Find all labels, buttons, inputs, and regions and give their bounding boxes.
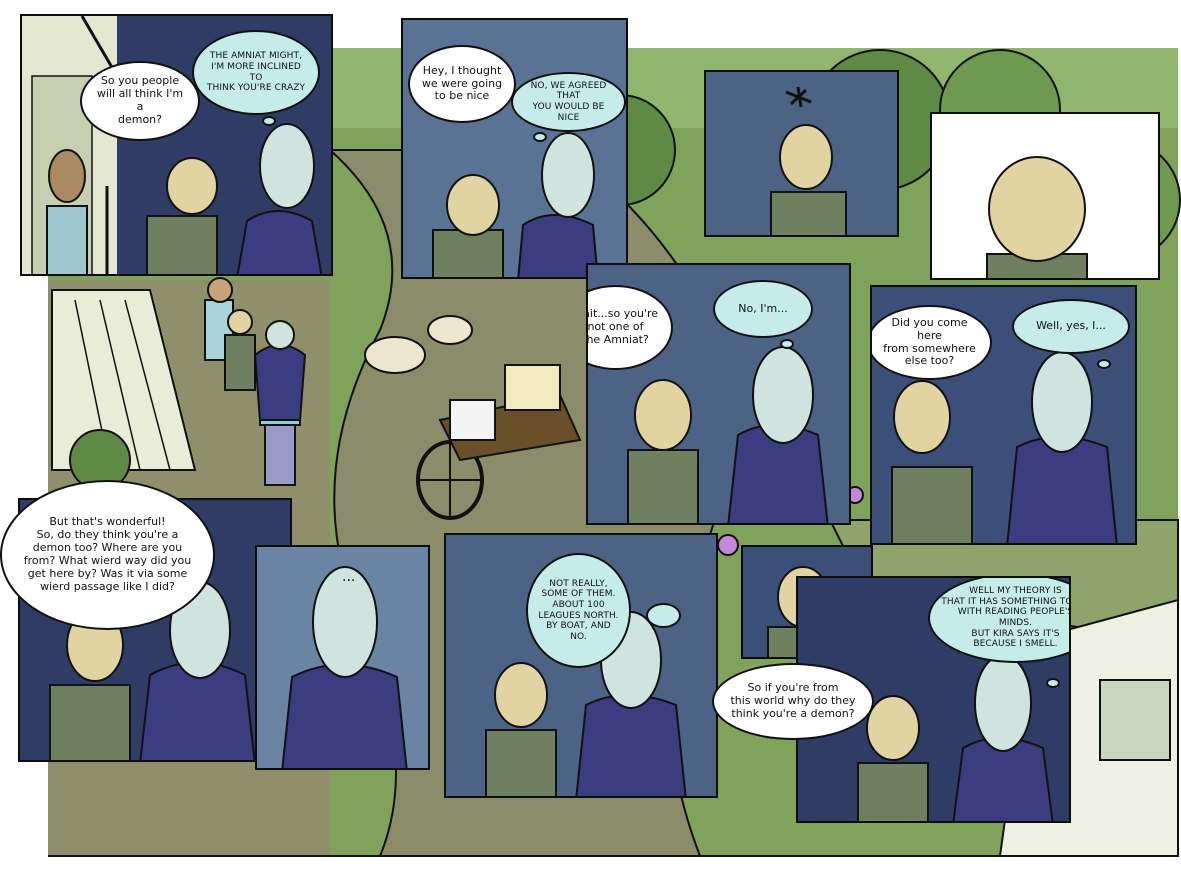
thought-puff <box>1097 359 1111 369</box>
bubble-text: Wait...so you're not one of the Amniat? <box>586 307 658 346</box>
bubble-text: NO, WE AGREED THAT YOU WOULD BE NICE <box>530 80 607 123</box>
thought-bubble: Well, yes, I... <box>1012 299 1130 354</box>
speech-bubble: Hey, I thought we were going to be nice <box>408 45 516 123</box>
comic-page: So you people will all think I'm a demon… <box>0 0 1181 873</box>
speech-bubble: But that's wonderful! So, do they think … <box>0 480 215 630</box>
bubble-text: Well, yes, I... <box>1036 319 1106 333</box>
thought-bubble: NO, WE AGREED THAT YOU WOULD BE NICE <box>511 72 626 132</box>
thought-puff <box>780 339 794 349</box>
bubble-text: So you people will all think I'm a demon… <box>96 74 184 126</box>
panel-6: Did you come here from somewhere else to… <box>870 285 1137 545</box>
panel-5: Wait...so you're not one of the Amniat? … <box>586 263 851 525</box>
thought-puff <box>1046 678 1060 688</box>
thought-bubble: THE AMNIAT MIGHT, I'M MORE INCLINED TO T… <box>192 30 320 115</box>
thought-puff <box>533 132 547 142</box>
thought-puff <box>646 603 681 628</box>
bubble-text: NOT REALLY, SOME OF THEM. ABOUT 100 LEAG… <box>538 578 619 642</box>
speech-bubble: Did you come here from somewhere else to… <box>872 305 992 380</box>
panel-8: ... <box>255 545 430 770</box>
bubble-text: WELL MY THEORY IS THAT IT HAS SOMETHING … <box>941 586 1071 650</box>
bubble-text: Hey, I thought we were going to be nice <box>421 63 503 103</box>
panel-9: NOT REALLY, SOME OF THEM. ABOUT 100 LEAG… <box>444 533 718 798</box>
bubble-text: THE AMNIAT MIGHT, I'M MORE INCLINED TO T… <box>206 51 306 94</box>
panel-1: So you people will all think I'm a demon… <box>20 14 333 276</box>
bubble-text: So if you're from this world why do they… <box>730 681 856 720</box>
panel-4 <box>930 112 1160 280</box>
panel-2: Hey, I thought we were going to be nice … <box>401 18 628 279</box>
panel-3 <box>704 70 899 237</box>
bubble-text: Did you come here from somewhere else to… <box>883 315 976 368</box>
bubble-text: No, I'm... <box>738 301 788 315</box>
speech-bubble: So if you're from this world why do they… <box>712 663 874 740</box>
silent-ellipsis: ... <box>342 569 356 585</box>
thought-bubble: No, I'm... <box>713 280 813 338</box>
thought-bubble: NOT REALLY, SOME OF THEM. ABOUT 100 LEAG… <box>526 553 631 668</box>
speech-bubble: So you people will all think I'm a demon… <box>80 61 200 141</box>
bubble-text: But that's wonderful! So, do they think … <box>23 515 192 593</box>
thought-puff <box>262 116 276 126</box>
